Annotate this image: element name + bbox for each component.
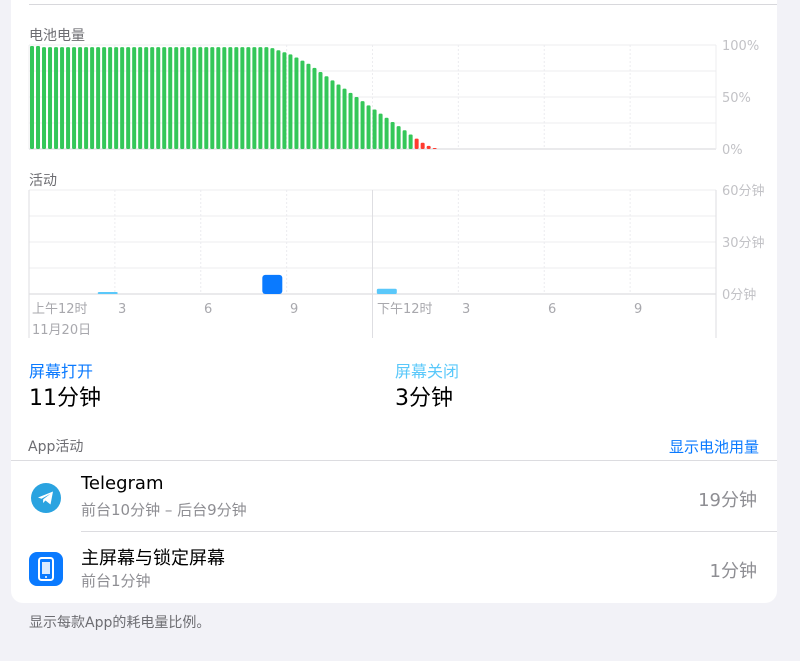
activity-tick-60: 60分钟 xyxy=(722,183,765,199)
app-row-telegram[interactable]: Telegram 前台10分钟 – 后台9分钟 19分钟 xyxy=(11,461,777,532)
activity-bar-screen-on xyxy=(262,274,283,294)
screen-on-label: 屏幕打开 xyxy=(29,362,94,381)
screen-off-label: 屏幕关闭 xyxy=(395,362,460,381)
activity-tick-30: 30分钟 xyxy=(722,235,765,251)
time-label-12pm: 下午12时 xyxy=(377,302,433,317)
activity-chart[interactable]: 60分钟 30分钟 0分钟 上午12时 3 6 9 下午12时 3 6 9 11… xyxy=(0,0,800,345)
activity-bar-screen-off xyxy=(376,288,397,294)
time-label-3am: 3 xyxy=(118,302,126,317)
time-label-9am: 9 xyxy=(290,302,298,317)
app-name: Telegram xyxy=(81,473,164,494)
app-detail: 前台10分钟 – 后台9分钟 xyxy=(81,501,247,519)
app-row-home-lock-screen[interactable]: 主屏幕与锁定屏幕 前台1分钟 1分钟 xyxy=(11,532,777,603)
show-battery-usage-button[interactable]: 显示电池用量 xyxy=(669,436,759,457)
time-label-6pm: 6 xyxy=(548,302,556,317)
footer-note: 显示每款App的耗电量比例。 xyxy=(29,615,211,631)
telegram-icon xyxy=(29,481,63,515)
time-label-6am: 6 xyxy=(204,302,212,317)
time-label-12am: 上午12时 xyxy=(32,302,88,317)
activity-bar-screen-off xyxy=(97,292,118,294)
time-label-9pm: 9 xyxy=(634,302,642,317)
activity-tick-0: 0分钟 xyxy=(722,287,756,303)
time-label-3pm: 3 xyxy=(462,302,470,317)
screen-off-value: 3分钟 xyxy=(395,386,453,411)
date-label: 11月20日 xyxy=(32,323,91,338)
app-duration: 1分钟 xyxy=(709,561,757,582)
home-lock-screen-icon xyxy=(29,552,63,586)
screen-on-value: 11分钟 xyxy=(29,386,101,411)
app-name: 主屏幕与锁定屏幕 xyxy=(81,548,225,569)
app-activity-title: App活动 xyxy=(28,439,84,455)
app-duration: 19分钟 xyxy=(698,490,757,511)
app-detail: 前台1分钟 xyxy=(81,572,151,590)
